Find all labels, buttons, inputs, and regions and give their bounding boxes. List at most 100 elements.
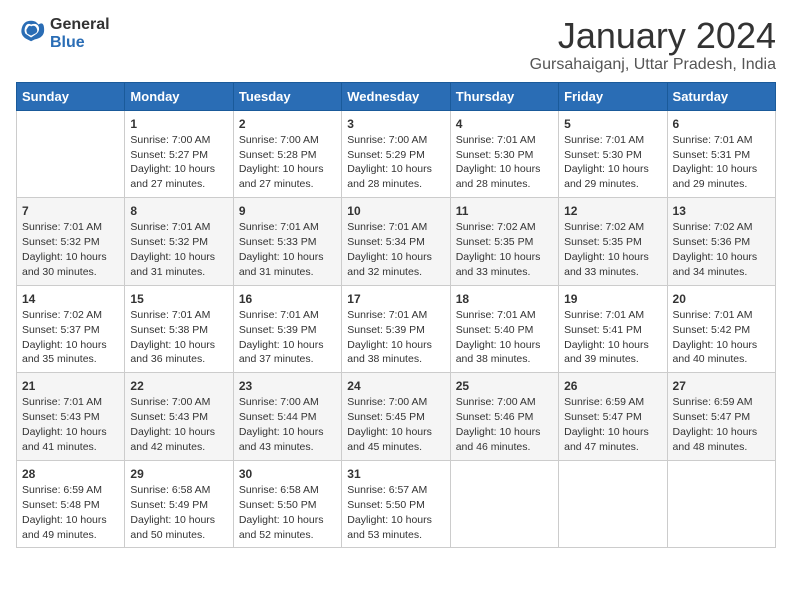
day-number: 28 bbox=[22, 466, 119, 482]
calendar-day-31: 31 Sunrise: 6:57 AM Sunset: 5:50 PM Dayli… bbox=[342, 460, 450, 548]
day-content: Sunrise: 7:01 AM Sunset: 5:30 PM Dayligh… bbox=[564, 134, 649, 191]
title-block: January 2024 Gursahaiganj, Uttar Pradesh… bbox=[530, 16, 776, 74]
day-content: Sunrise: 6:59 AM Sunset: 5:48 PM Dayligh… bbox=[22, 484, 107, 541]
day-number: 17 bbox=[347, 291, 444, 307]
logo: General Blue bbox=[16, 16, 110, 51]
day-number: 11 bbox=[456, 203, 553, 219]
day-content: Sunrise: 7:00 AM Sunset: 5:46 PM Dayligh… bbox=[456, 396, 541, 453]
day-number: 12 bbox=[564, 203, 661, 219]
day-number: 30 bbox=[239, 466, 336, 482]
day-number: 3 bbox=[347, 116, 444, 132]
calendar-day-24: 24Sunrise: 7:00 AM Sunset: 5:45 PM Dayli… bbox=[342, 373, 450, 461]
day-content: Sunrise: 7:00 AM Sunset: 5:27 PM Dayligh… bbox=[130, 134, 215, 191]
calendar-day-19: 19Sunrise: 7:01 AM Sunset: 5:41 PM Dayli… bbox=[559, 285, 667, 373]
calendar-day-21: 21 Sunrise: 7:01 AM Sunset: 5:43 PM Dayli… bbox=[17, 373, 125, 461]
calendar-day-18: 18Sunrise: 7:01 AM Sunset: 5:40 PM Dayli… bbox=[450, 285, 558, 373]
calendar-day-15: 15 Sunrise: 7:01 AM Sunset: 5:38 PM Dayli… bbox=[125, 285, 233, 373]
day-content: Sunrise: 7:00 AM Sunset: 5:44 PM Dayligh… bbox=[239, 396, 324, 453]
calendar-day-11: 11 Sunrise: 7:02 AM Sunset: 5:35 PM Dayli… bbox=[450, 198, 558, 286]
day-content: Sunrise: 7:02 AM Sunset: 5:35 PM Dayligh… bbox=[564, 221, 649, 278]
day-number: 24 bbox=[347, 378, 444, 394]
day-number: 7 bbox=[22, 203, 119, 219]
calendar-day-empty bbox=[667, 460, 775, 548]
calendar-week-row: 21 Sunrise: 7:01 AM Sunset: 5:43 PM Dayli… bbox=[17, 373, 776, 461]
page-header: General Blue January 2024 Gursahaiganj, … bbox=[16, 16, 776, 74]
day-header-thursday: Thursday bbox=[450, 82, 558, 110]
calendar-day-3: 3 Sunrise: 7:00 AM Sunset: 5:29 PM Daylig… bbox=[342, 110, 450, 198]
day-content: Sunrise: 7:00 AM Sunset: 5:29 PM Dayligh… bbox=[347, 134, 432, 191]
day-header-saturday: Saturday bbox=[667, 82, 775, 110]
day-number: 15 bbox=[130, 291, 227, 307]
calendar-day-empty bbox=[559, 460, 667, 548]
day-content: Sunrise: 7:00 AM Sunset: 5:28 PM Dayligh… bbox=[239, 134, 324, 191]
day-number: 21 bbox=[22, 378, 119, 394]
day-content: Sunrise: 6:59 AM Sunset: 5:47 PM Dayligh… bbox=[564, 396, 649, 453]
day-header-friday: Friday bbox=[559, 82, 667, 110]
day-number: 31 bbox=[347, 466, 444, 482]
calendar-day-26: 26Sunrise: 6:59 AM Sunset: 5:47 PM Dayli… bbox=[559, 373, 667, 461]
calendar-day-25: 25 Sunrise: 7:00 AM Sunset: 5:46 PM Dayli… bbox=[450, 373, 558, 461]
calendar-week-row: 14 Sunrise: 7:02 AM Sunset: 5:37 PM Dayli… bbox=[17, 285, 776, 373]
calendar-day-1: 1 Sunrise: 7:00 AM Sunset: 5:27 PM Daylig… bbox=[125, 110, 233, 198]
day-content: Sunrise: 7:01 AM Sunset: 5:34 PM Dayligh… bbox=[347, 221, 432, 278]
day-content: Sunrise: 7:01 AM Sunset: 5:41 PM Dayligh… bbox=[564, 309, 649, 366]
day-content: Sunrise: 7:01 AM Sunset: 5:32 PM Dayligh… bbox=[22, 221, 107, 278]
day-content: Sunrise: 7:01 AM Sunset: 5:33 PM Dayligh… bbox=[239, 221, 324, 278]
logo-icon bbox=[18, 17, 46, 45]
day-number: 13 bbox=[673, 203, 770, 219]
calendar-day-6: 6Sunrise: 7:01 AM Sunset: 5:31 PM Daylig… bbox=[667, 110, 775, 198]
day-number: 9 bbox=[239, 203, 336, 219]
calendar-day-17: 17 Sunrise: 7:01 AM Sunset: 5:39 PM Dayli… bbox=[342, 285, 450, 373]
calendar-day-16: 16Sunrise: 7:01 AM Sunset: 5:39 PM Dayli… bbox=[233, 285, 341, 373]
calendar-header-row: SundayMondayTuesdayWednesdayThursdayFrid… bbox=[17, 82, 776, 110]
location: Gursahaiganj, Uttar Pradesh, India bbox=[530, 56, 776, 74]
day-number: 10 bbox=[347, 203, 444, 219]
day-number: 2 bbox=[239, 116, 336, 132]
day-content: Sunrise: 7:02 AM Sunset: 5:35 PM Dayligh… bbox=[456, 221, 541, 278]
day-content: Sunrise: 7:01 AM Sunset: 5:39 PM Dayligh… bbox=[347, 309, 432, 366]
calendar-day-10: 10 Sunrise: 7:01 AM Sunset: 5:34 PM Dayli… bbox=[342, 198, 450, 286]
calendar-day-22: 22 Sunrise: 7:00 AM Sunset: 5:43 PM Dayli… bbox=[125, 373, 233, 461]
day-content: Sunrise: 7:01 AM Sunset: 5:38 PM Dayligh… bbox=[130, 309, 215, 366]
day-content: Sunrise: 7:01 AM Sunset: 5:40 PM Dayligh… bbox=[456, 309, 541, 366]
day-content: Sunrise: 6:58 AM Sunset: 5:49 PM Dayligh… bbox=[130, 484, 215, 541]
calendar-day-30: 30Sunrise: 6:58 AM Sunset: 5:50 PM Dayli… bbox=[233, 460, 341, 548]
day-number: 14 bbox=[22, 291, 119, 307]
calendar-table: SundayMondayTuesdayWednesdayThursdayFrid… bbox=[16, 82, 776, 549]
calendar-week-row: 1 Sunrise: 7:00 AM Sunset: 5:27 PM Daylig… bbox=[17, 110, 776, 198]
day-number: 23 bbox=[239, 378, 336, 394]
day-number: 6 bbox=[673, 116, 770, 132]
day-content: Sunrise: 7:02 AM Sunset: 5:37 PM Dayligh… bbox=[22, 309, 107, 366]
day-content: Sunrise: 6:59 AM Sunset: 5:47 PM Dayligh… bbox=[673, 396, 758, 453]
calendar-day-14: 14 Sunrise: 7:02 AM Sunset: 5:37 PM Dayli… bbox=[17, 285, 125, 373]
calendar-day-12: 12 Sunrise: 7:02 AM Sunset: 5:35 PM Dayli… bbox=[559, 198, 667, 286]
calendar-day-7: 7 Sunrise: 7:01 AM Sunset: 5:32 PM Daylig… bbox=[17, 198, 125, 286]
calendar-day-5: 5 Sunrise: 7:01 AM Sunset: 5:30 PM Daylig… bbox=[559, 110, 667, 198]
day-number: 16 bbox=[239, 291, 336, 307]
logo-blue: Blue bbox=[50, 34, 110, 52]
calendar-day-23: 23 Sunrise: 7:00 AM Sunset: 5:44 PM Dayli… bbox=[233, 373, 341, 461]
day-content: Sunrise: 6:57 AM Sunset: 5:50 PM Dayligh… bbox=[347, 484, 432, 541]
calendar-day-20: 20Sunrise: 7:01 AM Sunset: 5:42 PM Dayli… bbox=[667, 285, 775, 373]
calendar-day-4: 4Sunrise: 7:01 AM Sunset: 5:30 PM Daylig… bbox=[450, 110, 558, 198]
calendar-day-13: 13Sunrise: 7:02 AM Sunset: 5:36 PM Dayli… bbox=[667, 198, 775, 286]
calendar-day-8: 8 Sunrise: 7:01 AM Sunset: 5:32 PM Daylig… bbox=[125, 198, 233, 286]
calendar-week-row: 28 Sunrise: 6:59 AM Sunset: 5:48 PM Dayli… bbox=[17, 460, 776, 548]
day-content: Sunrise: 7:01 AM Sunset: 5:32 PM Dayligh… bbox=[130, 221, 215, 278]
day-content: Sunrise: 7:01 AM Sunset: 5:43 PM Dayligh… bbox=[22, 396, 107, 453]
day-content: Sunrise: 7:01 AM Sunset: 5:42 PM Dayligh… bbox=[673, 309, 758, 366]
day-number: 22 bbox=[130, 378, 227, 394]
day-content: Sunrise: 7:00 AM Sunset: 5:43 PM Dayligh… bbox=[130, 396, 215, 453]
calendar-week-row: 7 Sunrise: 7:01 AM Sunset: 5:32 PM Daylig… bbox=[17, 198, 776, 286]
day-number: 8 bbox=[130, 203, 227, 219]
calendar-day-27: 27Sunrise: 6:59 AM Sunset: 5:47 PM Dayli… bbox=[667, 373, 775, 461]
day-header-monday: Monday bbox=[125, 82, 233, 110]
day-number: 1 bbox=[130, 116, 227, 132]
day-number: 29 bbox=[130, 466, 227, 482]
day-header-wednesday: Wednesday bbox=[342, 82, 450, 110]
calendar-day-2: 2 Sunrise: 7:00 AM Sunset: 5:28 PM Daylig… bbox=[233, 110, 341, 198]
day-header-sunday: Sunday bbox=[17, 82, 125, 110]
day-number: 25 bbox=[456, 378, 553, 394]
day-header-tuesday: Tuesday bbox=[233, 82, 341, 110]
day-number: 5 bbox=[564, 116, 661, 132]
